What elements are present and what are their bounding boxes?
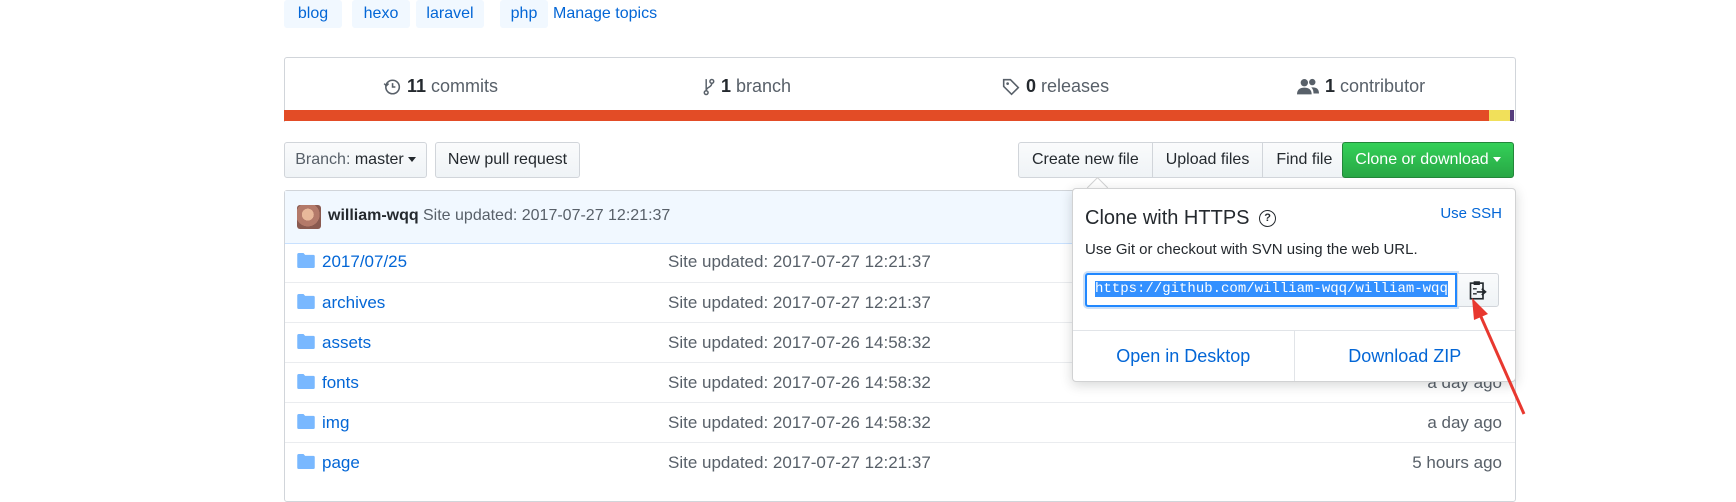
clone-popup: Clone with HTTPS ? Use SSH Use Git or ch… — [1072, 188, 1516, 382]
folder-icon — [297, 334, 315, 354]
language-segment[interactable] — [284, 110, 1490, 121]
file-commit-message[interactable]: Site updated: 2017-07-27 12:21:37 — [668, 252, 931, 272]
file-commit-message[interactable]: Site updated: 2017-07-27 12:21:37 — [668, 453, 931, 473]
new-pull-request-button[interactable]: New pull request — [435, 142, 580, 178]
caret-down-icon — [1492, 157, 1501, 163]
find-file-button[interactable]: Find file — [1262, 142, 1347, 178]
branch-name: master — [354, 151, 404, 168]
branches-label: branch — [736, 76, 792, 96]
clone-popup-title: Clone with HTTPS ? — [1085, 207, 1277, 230]
file-name[interactable]: 2017/07/25 — [322, 252, 407, 272]
folder-icon — [297, 454, 315, 474]
clipboard-icon — [1469, 281, 1487, 300]
clone-url-input[interactable]: https://github.com/william-wqq/william-w… — [1085, 273, 1457, 307]
upload-files-button[interactable]: Upload files — [1151, 142, 1264, 178]
commits-label: commits — [431, 76, 499, 96]
table-row[interactable]: page Site updated: 2017-07-27 12:21:37 5 h… — [285, 442, 1515, 483]
topic-laravel[interactable]: laravel — [416, 0, 484, 28]
history-icon — [383, 78, 401, 95]
file-commit-message[interactable]: Site updated: 2017-07-26 14:58:32 — [668, 373, 931, 393]
commit-message[interactable]: Site updated: 2017-07-27 12:21:37 — [423, 207, 670, 225]
contributors-count: 1 — [1325, 76, 1336, 96]
topic-blog[interactable]: blog — [284, 0, 342, 28]
releases-label: releases — [1041, 76, 1110, 96]
git-branch-icon — [703, 78, 715, 95]
clone-title-text: Clone with HTTPS — [1085, 207, 1250, 229]
create-new-file-button[interactable]: Create new file — [1018, 142, 1153, 178]
people-icon — [1297, 78, 1319, 94]
file-commit-message[interactable]: Site updated: 2017-07-27 12:21:37 — [668, 293, 931, 313]
folder-icon — [297, 414, 315, 434]
clone-button-label: Clone or download — [1355, 151, 1489, 168]
stat-contributors[interactable]: 1 contributor — [1297, 76, 1425, 97]
file-name[interactable]: img — [322, 413, 349, 433]
clone-description: Use Git or checkout with SVN using the w… — [1085, 241, 1418, 258]
use-ssh-link[interactable]: Use SSH — [1440, 205, 1502, 222]
file-age: 5 hours ago — [1412, 453, 1502, 472]
folder-icon — [297, 374, 315, 394]
language-segment[interactable] — [1510, 110, 1514, 121]
question-icon[interactable]: ? — [1259, 210, 1277, 228]
contributors-label: contributor — [1340, 76, 1426, 96]
file-name[interactable]: fonts — [322, 373, 359, 393]
file-commit-message[interactable]: Site updated: 2017-07-26 14:58:32 — [668, 413, 931, 433]
folder-icon — [297, 294, 315, 314]
stat-releases[interactable]: 0 releases — [1002, 76, 1109, 97]
stat-branches[interactable]: 1 branch — [703, 76, 791, 97]
file-name[interactable]: page — [322, 453, 360, 473]
language-segment[interactable] — [1489, 110, 1511, 121]
annotation-arrow-icon — [1472, 298, 1526, 415]
open-in-desktop-button[interactable]: Open in Desktop — [1073, 331, 1295, 381]
file-actions: Create new file Upload files Find file — [1018, 142, 1347, 178]
topic-php[interactable]: php — [500, 0, 548, 28]
avatar[interactable] — [297, 205, 321, 229]
branch-prefix: Branch: — [295, 151, 351, 168]
branch-select-button[interactable]: Branch: master — [284, 142, 427, 178]
manage-topics-link[interactable]: Manage topics — [553, 0, 657, 28]
language-bar[interactable] — [284, 110, 1514, 121]
file-commit-message[interactable]: Site updated: 2017-07-26 14:58:32 — [668, 333, 931, 353]
clone-or-download-button[interactable]: Clone or download — [1342, 142, 1514, 178]
tag-icon — [1002, 78, 1020, 95]
commit-author[interactable]: william-wqq — [328, 207, 419, 225]
branches-count: 1 — [721, 76, 732, 96]
clone-url-text: https://github.com/william-wqq/william-w… — [1095, 281, 1448, 297]
caret-down-icon — [407, 157, 416, 163]
file-name[interactable]: archives — [322, 293, 385, 313]
clone-actions: Open in Desktop Download ZIP — [1073, 330, 1515, 381]
table-row[interactable]: img Site updated: 2017-07-26 14:58:32 a da… — [285, 402, 1515, 443]
file-name[interactable]: assets — [322, 333, 371, 353]
stat-commits[interactable]: 11 commits — [383, 76, 498, 97]
commits-count: 11 — [407, 76, 427, 96]
folder-icon — [297, 253, 315, 273]
releases-count: 0 — [1026, 76, 1037, 96]
topic-hexo[interactable]: hexo — [352, 0, 410, 28]
